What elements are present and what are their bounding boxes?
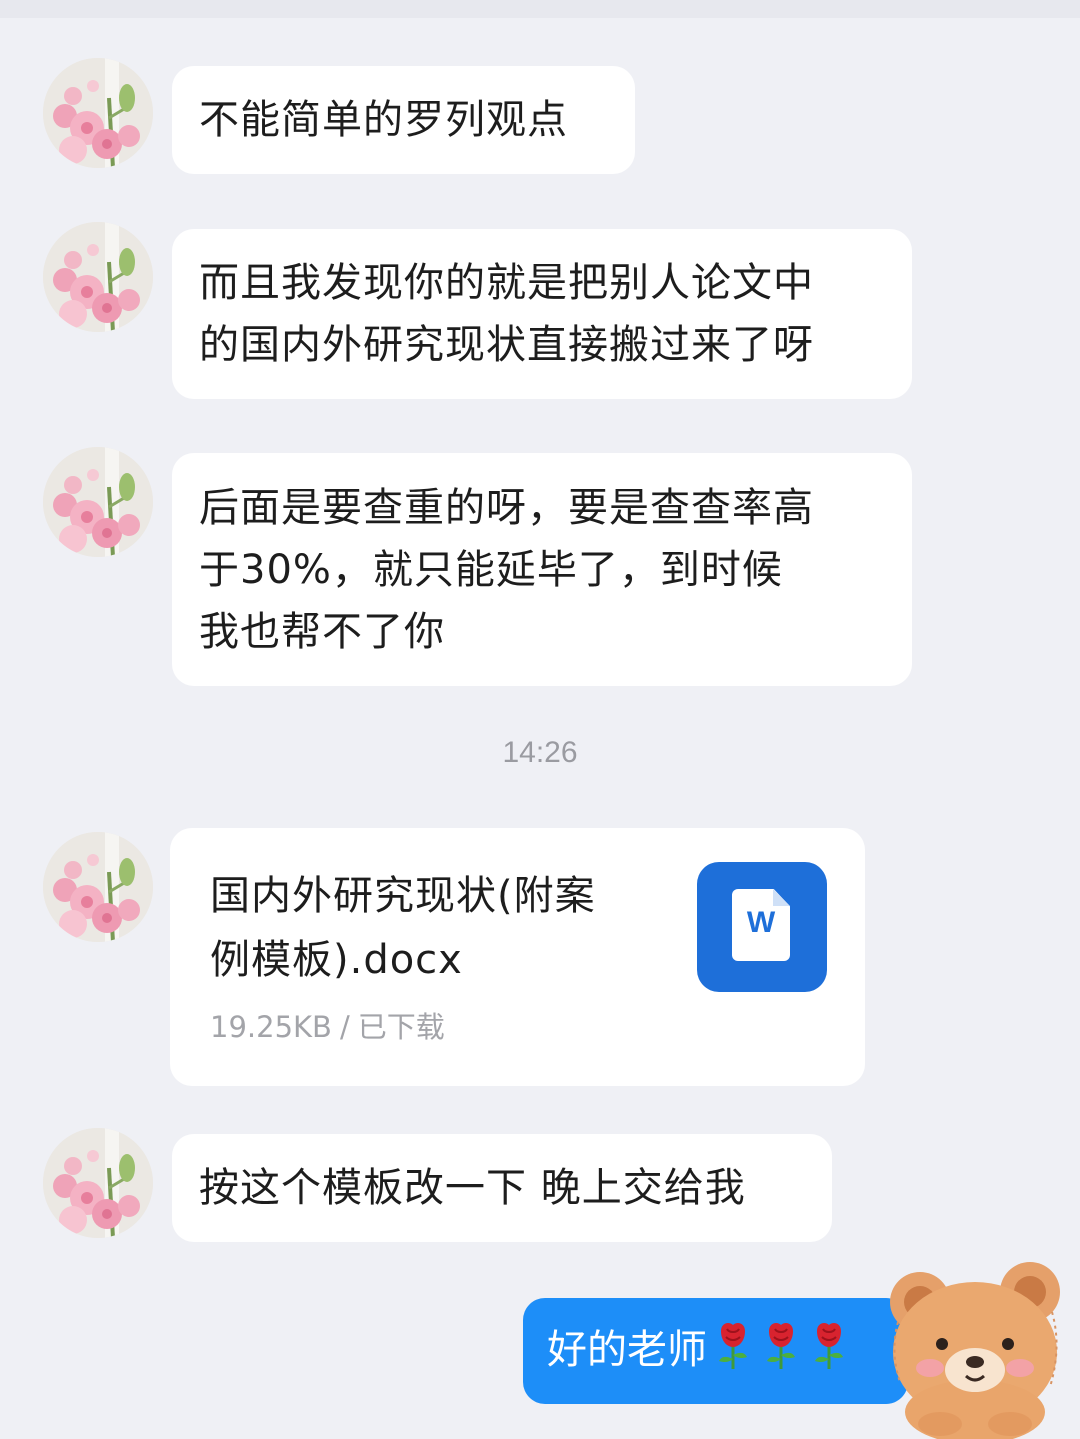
top-edge [0, 0, 1080, 18]
incoming-message-bubble[interactable]: 而且我发现你的就是把别人论文中 的国内外研究现状直接搬过来了呀 [172, 229, 912, 399]
file-download-status: 已下载 [357, 1010, 445, 1044]
file-meta: 19.25KB / 已下载 [210, 1004, 445, 1046]
flower-avatar-image [43, 58, 153, 168]
incoming-message-bubble[interactable]: 后面是要查重的呀，要是查查率高 于30%，就只能延毕了，到时候 我也帮不了你 [172, 453, 912, 686]
sender-avatar[interactable] [43, 1128, 153, 1238]
flower-avatar-image [43, 222, 153, 332]
file-message-card[interactable]: 国内外研究现状(附案 例模板).docx 19.25KB / 已下载 W [170, 828, 865, 1086]
reply-text: 好的老师 [547, 1327, 707, 1373]
message-timestamp: 14:26 [502, 736, 578, 769]
sender-avatar[interactable] [43, 447, 153, 557]
sender-avatar[interactable] [43, 832, 153, 942]
sender-avatar[interactable] [43, 222, 153, 332]
rose-icon [719, 1323, 747, 1369]
file-size: 19.25KB [210, 1010, 332, 1044]
message-text: 按这个模板改一下 晚上交给我 [199, 1165, 746, 1211]
message-text: 而且我发现你的就是把别人论文中 的国内外研究现状直接搬过来了呀 [199, 260, 814, 368]
incoming-message-bubble[interactable]: 按这个模板改一下 晚上交给我 [172, 1134, 832, 1242]
incoming-message-bubble[interactable]: 不能简单的罗列观点 [172, 66, 635, 174]
rose-icon [767, 1323, 795, 1369]
file-name: 国内外研究现状(附案 例模板).docx [210, 873, 596, 983]
word-letter: W [746, 906, 776, 939]
bear-sticker-avatar[interactable] [880, 1252, 1070, 1439]
flower-avatar-image [43, 1128, 153, 1238]
flower-avatar-image [43, 447, 153, 557]
word-file-icon: W [697, 862, 827, 992]
file-meta-separator: / [339, 1010, 350, 1044]
message-text: 后面是要查重的呀，要是查查率高 于30%，就只能延毕了，到时候 我也帮不了你 [199, 485, 814, 655]
message-text: 不能简单的罗列观点 [199, 97, 568, 143]
sender-avatar[interactable] [43, 58, 153, 168]
document-fold [773, 889, 790, 906]
flower-avatar-image [43, 832, 153, 942]
outgoing-message-bubble[interactable]: 好的老师 [523, 1298, 908, 1404]
rose-icon [815, 1323, 843, 1369]
